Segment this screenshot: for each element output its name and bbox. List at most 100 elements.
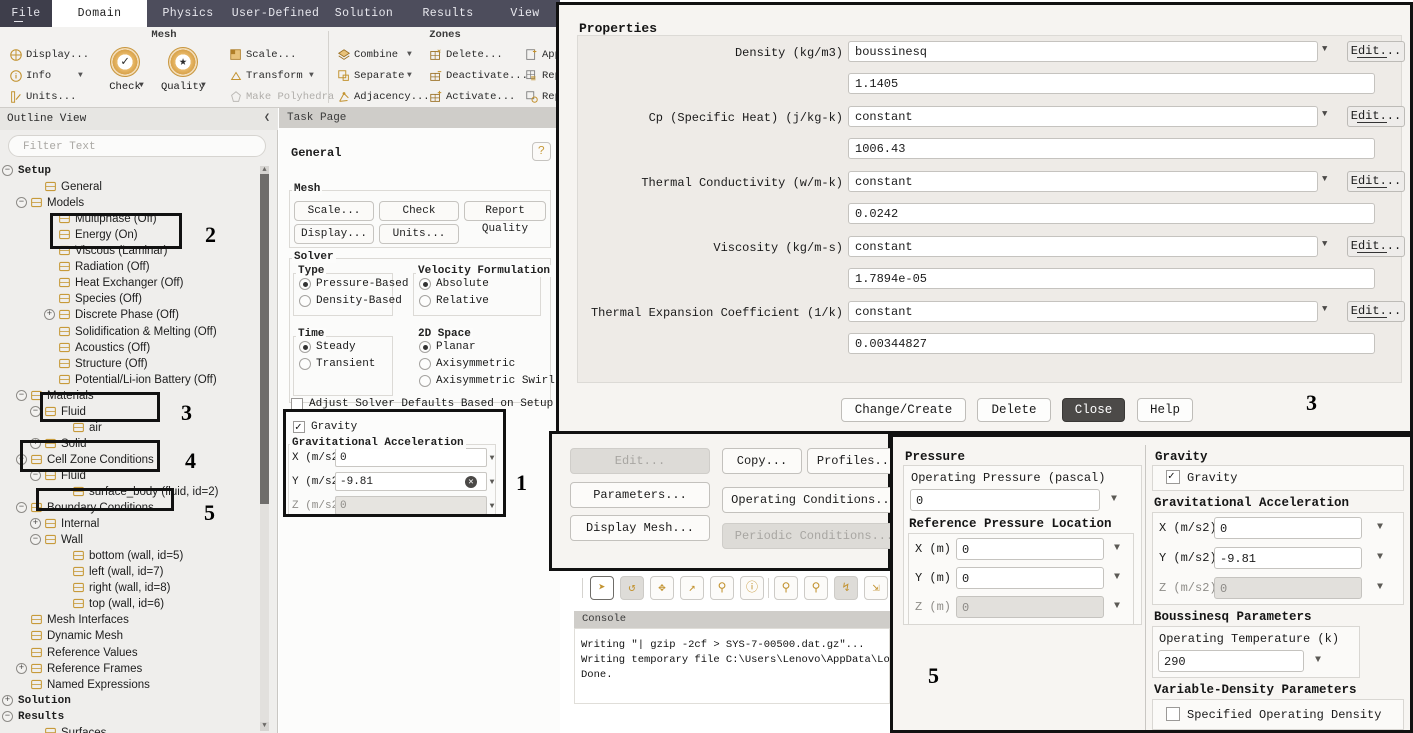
operating-pressure-dropdown-icon[interactable]: ▼ xyxy=(1108,494,1120,505)
radio-absolute[interactable] xyxy=(419,278,431,290)
scroll-down-icon[interactable]: ▼ xyxy=(260,722,269,731)
display-mesh-button[interactable]: Display Mesh... xyxy=(570,515,710,541)
density-method-select[interactable]: boussinesq xyxy=(848,41,1318,62)
tree-collapse-icon[interactable]: − xyxy=(2,710,13,722)
tab-domain[interactable]: Domain xyxy=(52,0,147,27)
tab-file[interactable]: File xyxy=(0,0,52,27)
radio-transient[interactable] xyxy=(299,358,311,370)
tree-node-internal[interactable]: Internal xyxy=(61,516,99,532)
periodic-conditions-button[interactable]: Periodic Conditions... xyxy=(722,523,906,549)
ribbon-transform-button[interactable]: Transform xyxy=(228,66,308,86)
ribbon-activate-zone-button[interactable]: Activate... xyxy=(428,87,515,107)
op-grav-y-input[interactable]: -9.81 xyxy=(1214,547,1362,569)
report-quality-button[interactable]: Report Quality xyxy=(464,201,546,235)
ribbon-separate-button[interactable]: Separate xyxy=(336,66,406,86)
ribbon-deactivate-zone-button[interactable]: Deactivate... xyxy=(428,66,528,86)
copy-button[interactable]: Copy... xyxy=(722,448,802,474)
help-icon[interactable]: ? xyxy=(532,142,551,161)
tree-expand-icon[interactable]: + xyxy=(2,694,13,706)
specified-operating-density-checkbox[interactable] xyxy=(1166,707,1180,721)
zoom-in-icon[interactable]: ⚲ xyxy=(774,576,798,600)
tree-node-solidification-melting-off[interactable]: Solidification & Melting (Off) xyxy=(75,324,217,340)
tree-expand-icon[interactable]: + xyxy=(30,518,41,530)
rotate-icon[interactable]: ↺ xyxy=(620,576,644,600)
ribbon-delete-zone-button[interactable]: Delete... xyxy=(428,45,508,65)
radio-planar[interactable] xyxy=(419,341,431,353)
tree-node-mesh-interfaces[interactable]: Mesh Interfaces xyxy=(47,612,129,628)
ribbon-check-caret-icon[interactable]: ▼ xyxy=(139,81,144,90)
thermal-conductivity-dropdown-icon[interactable]: ▼ xyxy=(1322,174,1327,184)
radio-pressure-based[interactable] xyxy=(299,278,311,290)
help-button[interactable]: Help xyxy=(1137,398,1193,422)
operating-temperature-input[interactable]: 290 xyxy=(1158,650,1304,672)
tree-node-left-wall-id-7[interactable]: left (wall, id=7) xyxy=(89,564,163,580)
ribbon-combine-caret-icon[interactable]: ▼ xyxy=(407,45,416,65)
check-button[interactable]: Check xyxy=(379,201,459,221)
zoom-out-icon[interactable]: ⚲ xyxy=(804,576,828,600)
ribbon-scale-button[interactable]: Scale... xyxy=(228,45,308,65)
thermal-expansion-value-input[interactable]: 0.00344827 xyxy=(848,333,1375,354)
pointer-icon[interactable]: ➤ xyxy=(590,576,614,600)
tree-collapse-icon[interactable]: − xyxy=(16,502,27,514)
tree-node-setup[interactable]: Setup xyxy=(18,163,51,179)
tree-node-models[interactable]: Models xyxy=(47,195,84,211)
tree-node-named-expressions[interactable]: Named Expressions xyxy=(47,677,150,693)
density-edit-button[interactable]: Edit... xyxy=(1347,41,1405,62)
viscosity-edit-button[interactable]: Edit... xyxy=(1347,236,1405,257)
thermal-expansion-dropdown-icon[interactable]: ▼ xyxy=(1322,304,1327,314)
change-create-button[interactable]: Change/Create xyxy=(841,398,966,422)
viscosity-value-input[interactable]: 1.7894e-05 xyxy=(848,268,1375,289)
radio-steady[interactable] xyxy=(299,341,311,353)
operating-temperature-dropdown-icon[interactable]: ▼ xyxy=(1312,655,1324,666)
filter-input[interactable]: Filter Text xyxy=(8,135,266,157)
tree-collapse-icon[interactable]: − xyxy=(2,165,13,176)
cp-value-input[interactable]: 1006.43 xyxy=(848,138,1375,159)
ref-x-dropdown-icon[interactable]: ▼ xyxy=(1111,543,1123,554)
tree-node-wall[interactable]: Wall xyxy=(61,532,83,548)
ribbon-quality-caret-icon[interactable]: ▼ xyxy=(201,81,206,90)
ribbon-adjacency-button[interactable]: Adjacency... xyxy=(336,87,430,107)
magnifier-icon[interactable]: ⚲ xyxy=(710,576,734,600)
cp-method-select[interactable]: constant xyxy=(848,106,1318,127)
op-grav-y-dropdown-icon[interactable]: ▼ xyxy=(1374,552,1386,563)
tree-node-results[interactable]: Results xyxy=(18,709,64,725)
cp-method-dropdown-icon[interactable]: ▼ xyxy=(1322,109,1327,119)
tab-solution[interactable]: Solution xyxy=(322,0,406,27)
tree-node-bottom-wall-id-5[interactable]: bottom (wall, id=5) xyxy=(89,548,183,564)
tab-view[interactable]: View xyxy=(490,0,560,27)
tree-node-species-off[interactable]: Species (Off) xyxy=(75,291,142,307)
ribbon-display-button[interactable]: Display... xyxy=(8,45,104,65)
radio-density-based[interactable] xyxy=(299,295,311,307)
ribbon-units-button[interactable]: Units... xyxy=(8,87,98,107)
operating-conditions-button[interactable]: Operating Conditions... xyxy=(722,487,906,513)
tree-collapse-icon[interactable]: − xyxy=(30,534,41,546)
operating-pressure-input[interactable]: 0 xyxy=(910,489,1100,511)
thermal-conductivity-value-input[interactable]: 0.0242 xyxy=(848,203,1375,224)
console-body[interactable]: Writing "| gzip -2cf > SYS-7-00500.dat.g… xyxy=(574,628,921,704)
ribbon-combine-button[interactable]: Combine xyxy=(336,45,406,65)
tree-node-reference-values[interactable]: Reference Values xyxy=(47,645,138,661)
tree-node-potential-li-ion-battery-off[interactable]: Potential/Li-ion Battery (Off) xyxy=(75,372,217,388)
viscosity-method-select[interactable]: constant xyxy=(848,236,1318,257)
tree-node-discrete-phase-off[interactable]: Discrete Phase (Off) xyxy=(75,307,179,323)
cp-edit-button[interactable]: Edit... xyxy=(1347,106,1405,127)
ref-z-dropdown-icon[interactable]: ▼ xyxy=(1111,601,1123,612)
ribbon-transform-caret-icon[interactable]: ▼ xyxy=(309,66,318,86)
tab-results[interactable]: Results xyxy=(406,0,490,27)
zoom-select-icon[interactable]: ↗ xyxy=(680,576,704,600)
outline-scrollbar[interactable]: ▲ ▼ xyxy=(260,166,269,731)
ribbon-make-polyhedra-button[interactable]: Make Polyhedra xyxy=(228,87,334,107)
parameters-button[interactable]: Parameters... xyxy=(570,482,710,508)
edit-button[interactable]: Edit... xyxy=(570,448,710,474)
tab-user-defined[interactable]: User-Defined xyxy=(229,0,322,27)
ribbon-info-button[interactable]: Info xyxy=(8,66,78,86)
tree-node-heat-exchanger-off[interactable]: Heat Exchanger (Off) xyxy=(75,275,183,291)
info-icon[interactable]: ⓘ xyxy=(740,576,764,600)
density-value-input[interactable]: 1.1405 xyxy=(848,73,1375,94)
thermal-expansion-edit-button[interactable]: Edit... xyxy=(1347,301,1405,322)
display-button[interactable]: Display... xyxy=(294,224,374,244)
pan-icon[interactable]: ✥ xyxy=(650,576,674,600)
tree-node-dynamic-mesh[interactable]: Dynamic Mesh xyxy=(47,628,123,644)
tree-node-top-wall-id-6[interactable]: top (wall, id=6) xyxy=(89,596,164,612)
tree-node-solution[interactable]: Solution xyxy=(18,693,71,709)
